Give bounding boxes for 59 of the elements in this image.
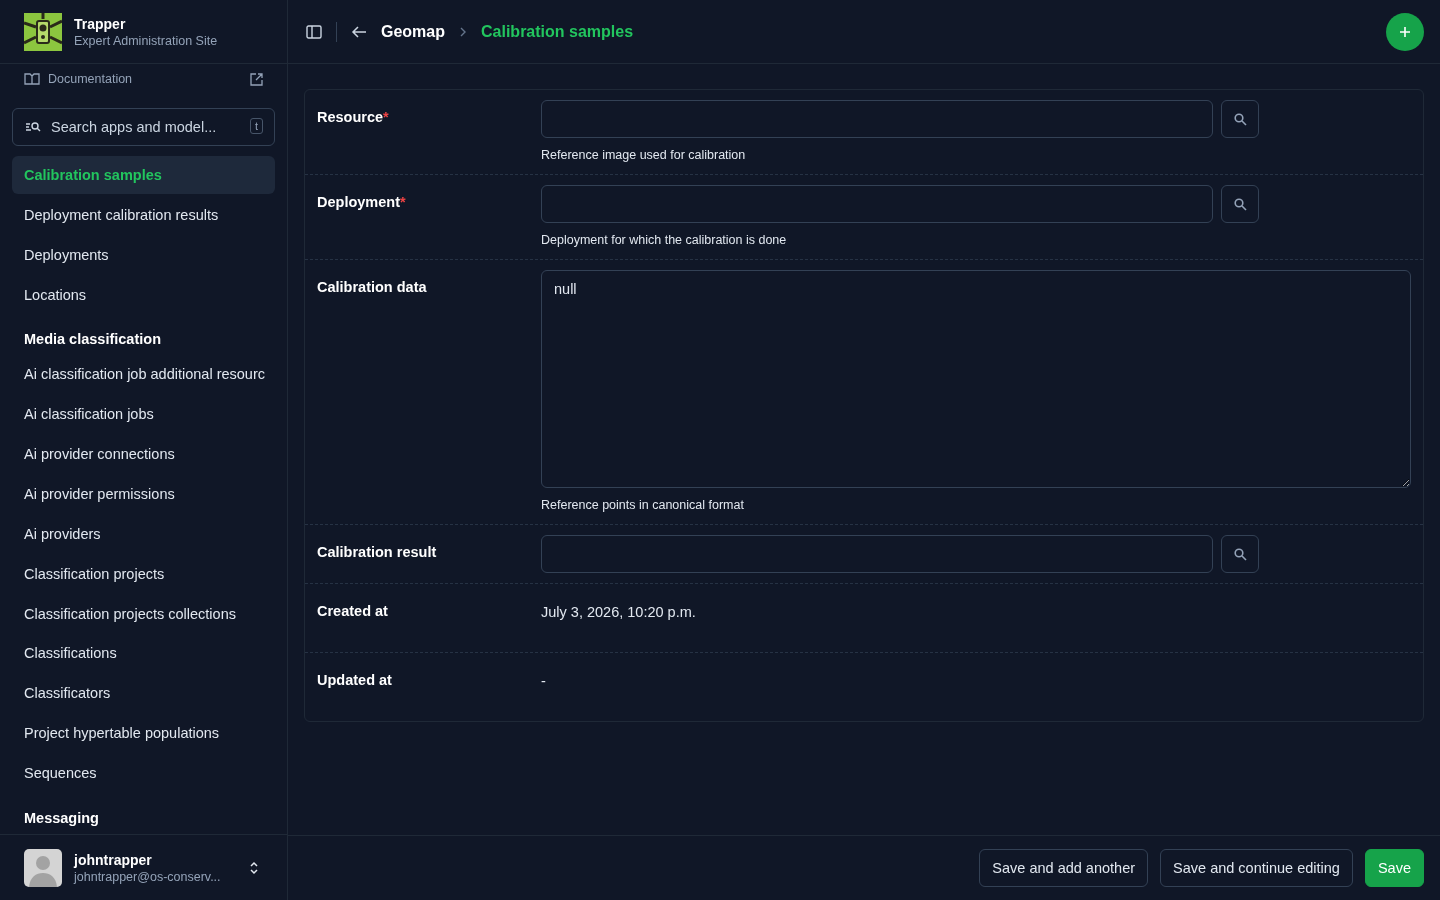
field-label: Calibration data — [317, 279, 427, 295]
input-field[interactable] — [541, 185, 1213, 223]
input-field[interactable] — [541, 100, 1213, 138]
help-text: Deployment for which the calibration is done — [541, 233, 788, 247]
field-label: Created at — [317, 603, 388, 619]
chevron-updown-icon[interactable] — [249, 859, 259, 876]
sidebar-heading: Media classification — [23, 330, 162, 350]
secondary-button[interactable]: Save and continue editing — [1160, 849, 1353, 887]
external-link-icon[interactable] — [250, 72, 263, 86]
sidebar-item[interactable]: Ai classification jobs — [12, 395, 275, 434]
sidebar-item[interactable]: Locations — [12, 275, 275, 314]
user-email: johntrapper@os-conserv... — [74, 869, 221, 884]
sidebar-item[interactable]: Sequences — [12, 754, 275, 792]
search-icon — [1233, 547, 1247, 561]
search-icon — [1233, 112, 1247, 126]
sidebar-item[interactable]: Classification projects — [12, 554, 275, 593]
sidebar-item[interactable]: Classification projects collections — [12, 594, 275, 633]
search-icon — [1233, 197, 1247, 211]
sidebar-item[interactable]: Deployment calibration results — [12, 195, 275, 234]
field-value: July 3, 2026, 10:20 p.m. — [541, 603, 697, 622]
user-name: johntrapper — [74, 851, 153, 868]
plus-icon — [1399, 25, 1411, 38]
avatar-icon — [24, 848, 62, 887]
field-value: - — [541, 672, 547, 691]
sidebar-item[interactable]: Project hypertable populations — [12, 714, 275, 753]
site-subtitle: Expert Administration Site — [74, 33, 218, 48]
sidebar-item[interactable]: Classificators — [12, 674, 275, 713]
sidebar-item[interactable]: Ai provider connections — [12, 435, 275, 473]
sidebar-item[interactable]: Calibration samples — [12, 156, 275, 194]
breadcrumb-link[interactable]: Geomap — [381, 22, 445, 41]
sidebar-toggle-icon[interactable] — [306, 24, 322, 39]
documentation-link[interactable]: Documentation — [48, 72, 133, 86]
shortcut-key: t — [249, 118, 263, 134]
lookup-button[interactable] — [1221, 535, 1259, 573]
book-icon — [24, 73, 40, 85]
site-title: Trapper — [74, 15, 127, 32]
secondary-button[interactable]: Save and add another — [979, 849, 1149, 887]
field-label: Updated at — [317, 672, 392, 688]
sidebar-item[interactable]: Ai classification job additional resourc — [12, 355, 275, 394]
input-field[interactable] — [541, 535, 1213, 573]
text-area[interactable]: null — [541, 270, 1411, 488]
field-label: Resource* — [317, 109, 389, 125]
sidebar-item[interactable]: Deployments — [12, 235, 275, 274]
help-text: Reference points in canonical format — [541, 498, 745, 512]
sidebar-item[interactable]: Classifications — [12, 634, 275, 673]
lookup-button[interactable] — [1221, 100, 1259, 138]
logo-icon — [24, 12, 62, 51]
help-text: Reference image used for calibration — [541, 148, 747, 162]
search-icon — [25, 121, 41, 133]
sidebar-heading: Messaging — [23, 808, 100, 828]
sidebar-item[interactable]: Ai provider permissions — [12, 475, 275, 513]
sidebar-item[interactable]: Ai providers — [12, 514, 275, 553]
chevron-right-icon — [459, 26, 467, 37]
lookup-button[interactable] — [1221, 185, 1259, 223]
page-title: Calibration samples — [481, 22, 634, 41]
field-label: Deployment* — [317, 194, 406, 210]
back-arrow-icon[interactable] — [351, 24, 367, 39]
field-label: Calibration result — [317, 544, 437, 560]
add-button[interactable] — [1386, 12, 1424, 51]
